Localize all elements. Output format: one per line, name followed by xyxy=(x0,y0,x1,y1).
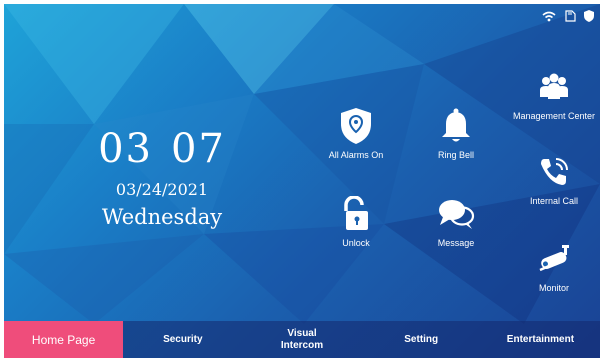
time-display: 03 07 xyxy=(82,126,242,172)
all-alarms-on-label: All Alarms On xyxy=(328,150,384,160)
tab-security[interactable]: Security xyxy=(123,321,242,358)
unlock-button[interactable]: Unlock xyxy=(311,194,401,248)
unlock-label: Unlock xyxy=(342,238,370,248)
intercom-word: Intercom xyxy=(280,339,324,351)
bell-icon xyxy=(436,106,476,146)
tab-setting[interactable]: Setting xyxy=(362,321,481,358)
wifi-icon xyxy=(542,11,556,22)
all-alarms-on-button[interactable]: All Alarms On xyxy=(311,106,401,160)
alarm-shield-icon xyxy=(336,106,376,146)
internal-call-label: Internal Call xyxy=(529,196,579,206)
clock-widget: 03 07 03/24/2021 Wednesday xyxy=(82,126,242,229)
phone-icon xyxy=(534,152,574,192)
home-screen: 03 07 03/24/2021 Wednesday All Alarms On … xyxy=(4,4,600,358)
message-button[interactable]: Message xyxy=(411,194,501,248)
management-center-label: Management Center xyxy=(512,111,596,121)
message-label: Message xyxy=(437,238,475,248)
clock-minute: 07 xyxy=(171,126,226,172)
sd-card-icon xyxy=(564,10,576,22)
monitor-button[interactable]: Monitor xyxy=(509,239,599,293)
bottom-nav: Home Page Security Visual Intercom Settin… xyxy=(4,321,600,358)
ring-bell-label: Ring Bell xyxy=(437,150,475,160)
status-bar xyxy=(542,10,594,22)
shield-icon xyxy=(584,10,594,22)
tab-entertainment[interactable]: Entertainment xyxy=(481,321,600,358)
camera-icon xyxy=(534,239,574,279)
people-icon xyxy=(534,67,574,107)
tab-visual-intercom[interactable]: Visual Intercom xyxy=(242,321,361,358)
weekday-display: Wednesday xyxy=(101,205,223,229)
visual-word: Visual xyxy=(287,327,317,339)
ring-bell-button[interactable]: Ring Bell xyxy=(411,106,501,160)
management-center-button[interactable]: Management Center xyxy=(509,67,599,121)
monitor-label: Monitor xyxy=(538,283,569,293)
tab-home-page[interactable]: Home Page xyxy=(4,321,124,358)
message-icon xyxy=(436,194,476,234)
unlock-icon xyxy=(336,194,376,234)
clock-hour: 03 xyxy=(98,126,153,172)
date-display: 03/24/2021 xyxy=(115,180,209,199)
tab-visual-intercom-label: Visual Intercom xyxy=(281,328,323,352)
internal-call-button[interactable]: Internal Call xyxy=(509,152,599,206)
